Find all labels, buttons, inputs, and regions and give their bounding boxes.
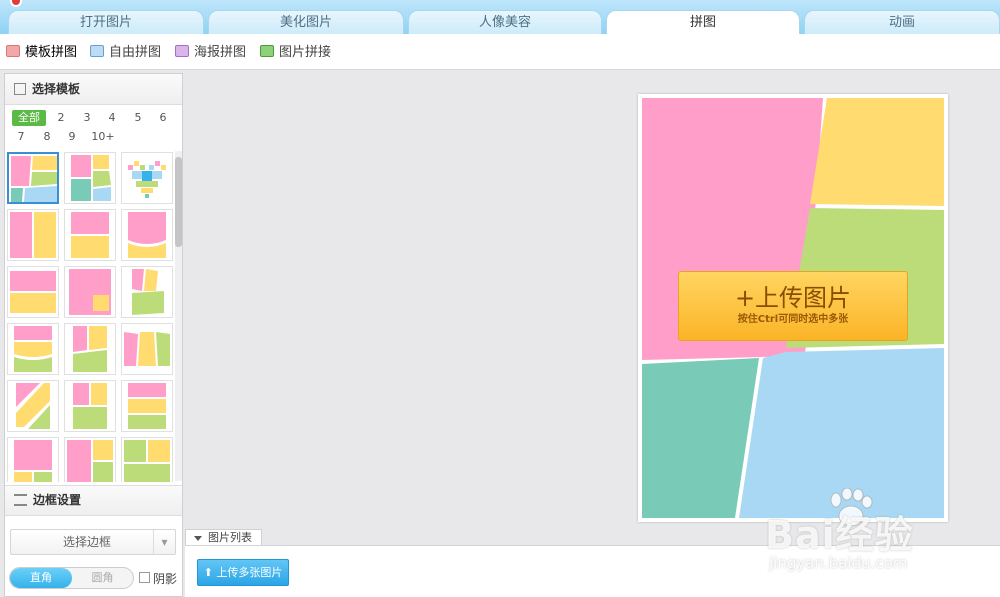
template-icon (14, 83, 26, 95)
watermark: Bai经验 jingyan.baidu.com (765, 488, 1000, 578)
upload-multiple-label: 上传多张图片 (216, 566, 283, 579)
template-thumb[interactable] (64, 152, 116, 204)
upload-image-button[interactable]: +上传图片 按住Ctrl可同时选中多张 (678, 271, 908, 341)
image-stitch-label: 图片拼接 (279, 45, 332, 60)
filter-5[interactable]: 5 (131, 110, 145, 126)
title-bar: 打开图片 美化图片 人像美容 拼图 动画 (0, 0, 1000, 35)
template-thumb[interactable] (7, 152, 59, 204)
upload-multiple-button[interactable]: ⬆ 上传多张图片 (197, 559, 289, 586)
template-thumb[interactable] (7, 266, 59, 318)
tab-open-image[interactable]: 打开图片 (8, 10, 204, 34)
corner-style-toggle: 直角 圆角 (9, 567, 134, 589)
filter-9[interactable]: 9 (65, 129, 79, 145)
upload-hint: 按住Ctrl可同时选中多张 (737, 314, 849, 325)
collage-cell-teal (642, 358, 759, 518)
template-thumb[interactable] (121, 437, 173, 482)
image-list-tab[interactable]: 图片列表 (185, 529, 262, 546)
tab-collage[interactable]: 拼图 (606, 10, 800, 35)
template-panel-header: 选择模板 (5, 74, 182, 105)
template-panel-title: 选择模板 (32, 82, 81, 96)
filter-2[interactable]: 2 (54, 110, 68, 126)
template-thumb[interactable] (121, 323, 173, 375)
template-thumb[interactable] (64, 209, 116, 261)
template-thumb[interactable] (121, 380, 173, 432)
template-thumb[interactable] (121, 152, 173, 204)
image-stitch-button[interactable]: 图片拼接 (260, 45, 331, 61)
template-thumb[interactable] (7, 323, 59, 375)
upload-image-label: +上传图片 (734, 284, 852, 312)
template-collage-icon (6, 45, 20, 57)
template-thumb[interactable] (121, 209, 173, 261)
template-thumb[interactable] (64, 380, 116, 432)
watermark-brand: Bai经验 (765, 513, 914, 557)
filter-all[interactable]: 全部 (12, 110, 46, 126)
template-thumb[interactable] (7, 380, 59, 432)
template-scrollbar-thumb[interactable] (175, 157, 182, 247)
template-thumb[interactable] (64, 323, 116, 375)
border-settings-title: 边框设置 (33, 493, 82, 507)
tab-portrait[interactable]: 人像美容 (408, 10, 602, 34)
free-collage-button[interactable]: 自由拼图 (90, 45, 161, 61)
template-thumb[interactable] (121, 266, 173, 318)
template-thumb[interactable] (7, 437, 59, 482)
sliders-icon (14, 494, 27, 506)
select-border-label: 选择边框 (63, 535, 112, 549)
border-settings-header: 边框设置 (5, 485, 182, 516)
filter-7[interactable]: 7 (14, 129, 28, 145)
select-border-dropdown[interactable]: 选择边框 ▾ (10, 529, 176, 555)
template-thumb[interactable] (7, 209, 59, 261)
filter-8[interactable]: 8 (40, 129, 54, 145)
collapse-triangle-icon (194, 536, 202, 541)
upload-arrow-icon: ⬆ (203, 566, 213, 579)
round-corner-option[interactable]: 圆角 (72, 568, 133, 588)
template-collage-label: 模板拼图 (25, 45, 78, 60)
poster-collage-icon (175, 45, 189, 57)
main-tabs: 打开图片 美化图片 人像美容 拼图 动画 (8, 10, 1000, 35)
filter-6[interactable]: 6 (156, 110, 170, 126)
template-collage-button[interactable]: 模板拼图 (6, 45, 77, 61)
app-logo-icon (10, 0, 22, 7)
square-corner-option[interactable]: 直角 (10, 568, 72, 588)
shadow-checkbox[interactable] (139, 572, 150, 583)
collage-cell-yellow (810, 98, 944, 206)
template-thumb[interactable] (64, 437, 116, 482)
image-list-tab-label: 图片列表 (208, 531, 252, 544)
image-stitch-icon (260, 45, 274, 57)
chevron-down-icon[interactable]: ▾ (153, 530, 175, 554)
filter-10-plus[interactable]: 10+ (91, 129, 115, 145)
free-collage-icon (90, 45, 104, 57)
template-panel: 选择模板 全部 2 3 4 5 6 7 8 9 10+ 边框设置 选择边框 ▾ … (4, 73, 183, 597)
poster-collage-label: 海报拼图 (194, 45, 247, 60)
template-grid (7, 150, 173, 482)
filter-3[interactable]: 3 (80, 110, 94, 126)
shadow-label: 阴影 (153, 572, 178, 586)
watermark-url: jingyan.baidu.com (769, 554, 908, 572)
collage-mode-toolbar: 模板拼图 自由拼图 海报拼图 图片拼接 (0, 34, 1000, 70)
filter-4[interactable]: 4 (105, 110, 119, 126)
free-collage-label: 自由拼图 (109, 45, 162, 60)
tab-beautify[interactable]: 美化图片 (208, 10, 404, 34)
tab-animation[interactable]: 动画 (804, 10, 1000, 34)
poster-collage-button[interactable]: 海报拼图 (175, 45, 246, 61)
template-thumb[interactable] (64, 266, 116, 318)
template-scrollbar[interactable] (175, 151, 182, 481)
